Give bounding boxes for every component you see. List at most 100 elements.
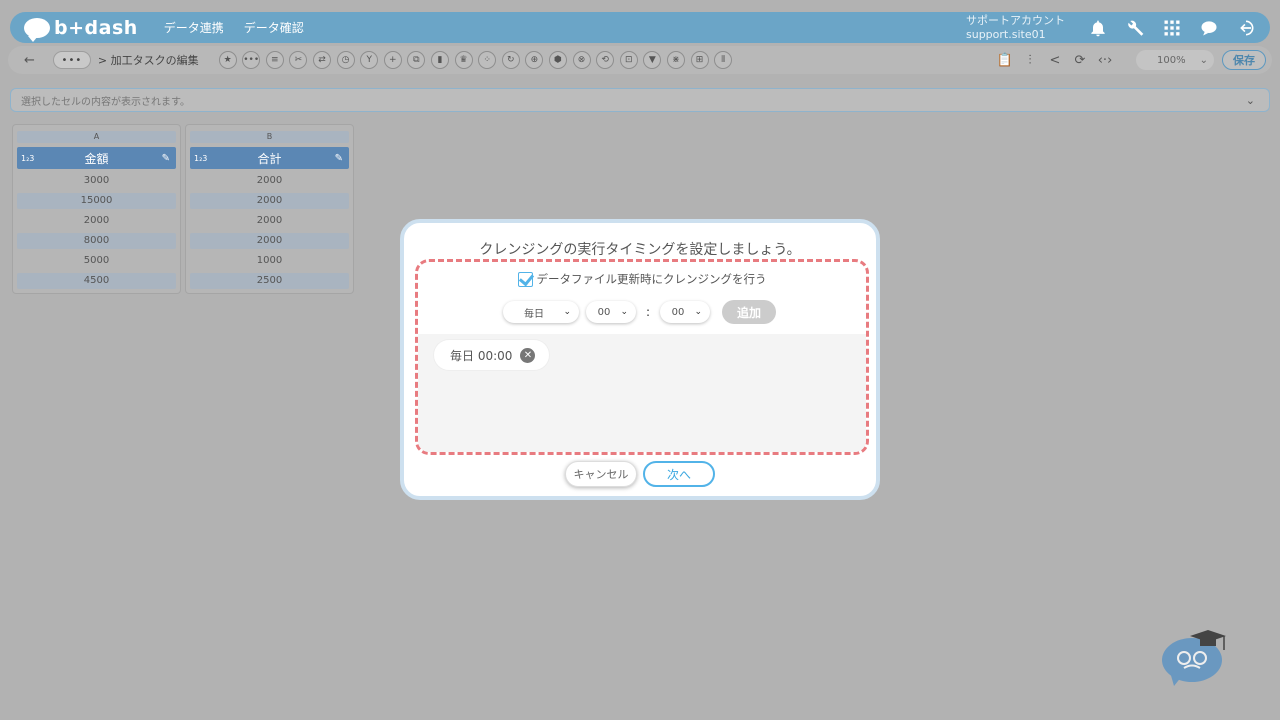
highlight-region: データファイル更新時にクレンジングを行う 毎日 ⌄ 00 ⌄ : 00 ⌄ 追加…	[415, 259, 869, 455]
cancel-tool-icon[interactable]: ⊗	[572, 51, 591, 69]
cell-content-placeholder: 選択したセルの内容が表示されます。	[21, 96, 190, 108]
logo-bubble-icon	[24, 17, 50, 42]
filter-tool-icon[interactable]: ▼	[643, 51, 662, 69]
table-cell[interactable]: 15000	[17, 193, 176, 209]
grid-apps-icon[interactable]	[1159, 15, 1185, 41]
save-button[interactable]: 保存	[1222, 50, 1266, 70]
table-cell[interactable]: 4500	[17, 273, 176, 289]
minute-value: 00	[671, 306, 685, 318]
frequency-select[interactable]: 毎日 ⌄	[503, 301, 579, 323]
table-cell[interactable]: 1000	[190, 253, 349, 269]
checkbox-checked-icon[interactable]	[517, 271, 533, 287]
bell-icon[interactable]	[1085, 15, 1111, 41]
table-tool-icon[interactable]: ⊞	[690, 51, 709, 69]
file-refresh-icon[interactable]: ⟳	[1070, 50, 1090, 70]
table-cell[interactable]: 3000	[17, 173, 176, 189]
more-menu-button[interactable]: •••	[52, 51, 91, 69]
swap-tool-icon[interactable]: ⇄	[313, 51, 331, 69]
brand-logo[interactable]: b+dash	[24, 16, 138, 42]
schedule-tag: 毎日 00:00 ✕	[434, 340, 550, 370]
pencil-edit-icon[interactable]: ✎	[335, 153, 343, 164]
table-cell[interactable]: 2000	[190, 233, 349, 249]
add-schedule-button[interactable]: 追加	[722, 300, 777, 324]
toolbar-right-group: 📋 ⫶ < ⟳ ‹·› 100% ⌄ 保存	[995, 50, 1272, 70]
column-letter: B	[190, 131, 349, 143]
cell-content-bar[interactable]: 選択したセルの内容が表示されます。 ⌄	[10, 88, 1270, 112]
star-tool-icon[interactable]: ★	[218, 51, 237, 69]
update-trigger-option[interactable]: データファイル更新時にクレンジングを行う	[418, 271, 866, 287]
merge-tool-icon[interactable]: Y	[360, 51, 379, 69]
package-tool-icon[interactable]: ⬢	[548, 51, 567, 69]
copy-tool-icon[interactable]: ⧉	[407, 51, 426, 69]
account-info[interactable]: サポートアカウント support.site01	[966, 14, 1065, 42]
chevron-down-icon: ⌄	[620, 307, 628, 317]
frequency-value: 毎日	[524, 308, 544, 320]
tool-buttons: ★ ••• ≡ ✂ ⇄ ◷ Y + ⧉ ▮ ♛ ⁘ ↻ ⊕ ⬢ ⊗ ⟲ ⊡ ▼ …	[218, 51, 738, 69]
remove-close-icon[interactable]: ✕	[520, 347, 536, 363]
chevron-down-icon: ⌄	[1199, 54, 1208, 66]
plus-tool-icon[interactable]: +	[383, 51, 402, 69]
time-separator: :	[646, 305, 651, 319]
pencil-edit-icon[interactable]: ✎	[162, 153, 170, 164]
column-b: B 1₂3 合計 ✎ 2000 2000 2000 2000 1000 2500	[185, 124, 354, 294]
box-tool-icon[interactable]: ⊡	[619, 51, 638, 69]
chevron-down-icon: ⌄	[694, 307, 703, 317]
timer-tool-icon[interactable]: ◷	[336, 51, 355, 69]
dots-tool-icon[interactable]: •••	[242, 51, 261, 69]
back-arrow-icon[interactable]: ←	[24, 53, 35, 68]
zoom-value: 100%	[1157, 54, 1186, 66]
columns-tool-icon[interactable]: ⫴	[714, 51, 733, 69]
number-type-icon: 1₂3	[21, 153, 35, 163]
schedule-tag-label: 毎日 00:00	[450, 348, 513, 363]
checkbox-label: データファイル更新時にクレンジングを行う	[536, 272, 767, 286]
logo-text: b+dash	[54, 16, 138, 39]
refresh-tool-icon[interactable]: ↻	[501, 51, 520, 69]
schedule-inputs: 毎日 ⌄ 00 ⌄ : 00 ⌄ 追加	[503, 300, 777, 324]
nav-data-check[interactable]: データ確認	[244, 19, 304, 36]
code-icon[interactable]: ‹·›	[1095, 50, 1115, 70]
flow-diagram-icon[interactable]: ⫶	[1020, 50, 1040, 70]
share-icon[interactable]: <	[1045, 50, 1065, 70]
clipboard-icon[interactable]: 📋	[995, 50, 1015, 70]
column-header[interactable]: 1₂3 合計 ✎	[190, 147, 349, 169]
scissors-tool-icon[interactable]: ✂	[289, 51, 308, 69]
zoom-select[interactable]: 100% ⌄	[1136, 50, 1214, 70]
crown-tool-icon[interactable]: ♛	[454, 51, 473, 69]
wrench-icon[interactable]	[1122, 15, 1148, 41]
column-name: 金額	[84, 151, 109, 166]
table-cell[interactable]: 2000	[190, 193, 349, 209]
column-letter: A	[17, 131, 176, 143]
next-button[interactable]: 次へ	[643, 461, 715, 487]
schedule-modal: クレンジングの実行タイミングを設定しましょう。 データファイル更新時にクレンジン…	[400, 219, 880, 500]
cancel-button[interactable]: キャンセル	[565, 461, 637, 487]
replace-tool-icon[interactable]: ⟲	[596, 51, 615, 69]
table-cell[interactable]: 2000	[17, 213, 176, 229]
chat-support-icon[interactable]	[1196, 15, 1222, 41]
column-header[interactable]: 1₂3 金額 ✎	[17, 147, 176, 169]
breadcrumb: > 加工タスクの編集	[97, 54, 199, 67]
hour-select[interactable]: 00 ⌄	[586, 301, 636, 323]
column-name: 合計	[257, 151, 282, 166]
chevron-down-icon[interactable]: ⌄	[1246, 94, 1255, 107]
list-tool-icon[interactable]: ≡	[265, 51, 284, 69]
mascot-character-icon[interactable]	[1160, 624, 1230, 694]
schedule-list: 毎日 00:00 ✕	[418, 334, 866, 452]
nav-data-link[interactable]: データ連携	[164, 19, 224, 36]
logout-icon[interactable]	[1233, 15, 1259, 41]
table-cell[interactable]: 5000	[17, 253, 176, 269]
app-header: b+dash データ連携 データ確認 サポートアカウント support.sit…	[10, 12, 1270, 43]
split-tool-icon[interactable]: ⋇	[666, 51, 685, 69]
column-a: A 1₂3 金額 ✎ 3000 15000 2000 8000 5000 450…	[12, 124, 181, 294]
add-circle-tool-icon[interactable]: ⊕	[525, 51, 544, 69]
table-cell[interactable]: 8000	[17, 233, 176, 249]
modal-actions: キャンセル 次へ	[404, 461, 876, 487]
number-type-icon: 1₂3	[194, 153, 208, 163]
table-cell[interactable]: 2000	[190, 213, 349, 229]
minute-select[interactable]: 00 ⌄	[660, 301, 711, 323]
table-cell[interactable]: 2500	[190, 273, 349, 289]
delete-tool-icon[interactable]: ▮	[430, 51, 449, 69]
expand-tool-icon[interactable]: ⁘	[478, 51, 497, 69]
account-label: サポートアカウント	[966, 13, 1065, 27]
table-cell[interactable]: 2000	[190, 173, 349, 189]
account-site: support.site01	[966, 27, 1046, 41]
